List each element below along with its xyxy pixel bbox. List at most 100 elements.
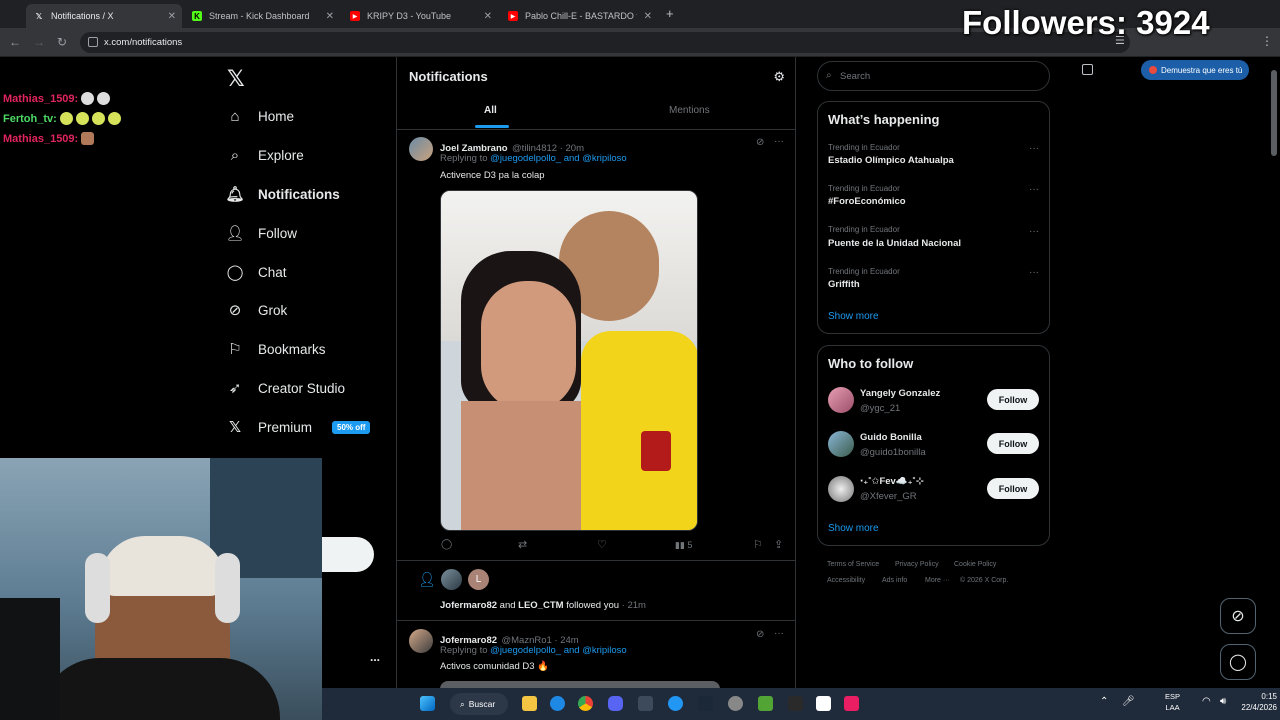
back-icon[interactable]: ←	[9, 36, 21, 48]
sidebar-item-premium[interactable]: 𝕏 Premium 50% off	[226, 418, 371, 436]
tab-youtube-pablo[interactable]: ▶ Pablo Chill-E - BASTARDO ft Ñe ✕	[500, 4, 658, 28]
post-button[interactable]	[322, 537, 374, 572]
more-options-icon[interactable]: ···	[1029, 143, 1039, 154]
app-icon[interactable]	[668, 696, 683, 711]
tab-all[interactable]: All	[484, 105, 497, 116]
grok-icon[interactable]: ⊘	[756, 137, 764, 148]
reply-users-link[interactable]: @juegodelpollo_ and @kripiloso	[490, 645, 627, 656]
avatar[interactable]	[409, 137, 433, 161]
chevron-up-icon[interactable]: ⌃	[1100, 696, 1108, 707]
close-icon[interactable]: ✕	[326, 11, 334, 22]
trend-item[interactable]: #ForoEconómico	[828, 196, 906, 207]
footer-link[interactable]: Accessibility	[827, 577, 865, 584]
tab-kick[interactable]: K Stream - Kick Dashboard ✕	[184, 4, 340, 28]
app-icon[interactable]	[728, 696, 743, 711]
sidebar-item-creator-studio[interactable]: ➶ Creator Studio	[226, 379, 345, 397]
footer-link[interactable]: Cookie Policy	[954, 561, 996, 568]
account-more-icon[interactable]: ...	[370, 650, 380, 664]
extension-icon[interactable]	[1082, 64, 1093, 75]
footer-link[interactable]: Ads info	[882, 577, 907, 584]
trend-item[interactable]: Puente de la Unidad Nacional	[828, 238, 961, 249]
capcut-icon[interactable]	[816, 696, 831, 711]
x-logo-icon[interactable]: 𝕏	[227, 66, 245, 92]
tab-mentions[interactable]: Mentions	[669, 105, 710, 116]
chat-fab-icon[interactable]: ◯	[1220, 644, 1256, 680]
post-image[interactable]	[440, 190, 698, 531]
discord-icon[interactable]	[608, 696, 623, 711]
more-options-icon[interactable]: ···	[1029, 226, 1039, 237]
follower-name[interactable]: Jofermaro82	[440, 600, 497, 611]
clock[interactable]: 0:15 22/4/2026	[1227, 691, 1277, 713]
microphone-icon[interactable]: 🎤︎	[1122, 696, 1135, 707]
reply-icon[interactable]: ◯	[441, 539, 452, 550]
edge-icon[interactable]	[550, 696, 565, 711]
tiktok-icon[interactable]	[844, 696, 859, 711]
close-icon[interactable]: ✕	[644, 11, 652, 22]
avatar[interactable]: L	[468, 569, 489, 590]
sidebar-item-chat[interactable]: ◯ Chat	[226, 263, 287, 281]
avatar[interactable]	[409, 629, 433, 653]
show-more-link[interactable]: Show more	[828, 523, 879, 534]
share-icon[interactable]: ⇪	[774, 538, 783, 551]
sidebar-item-home[interactable]: ⌂ Home	[226, 107, 294, 125]
grok-fab-icon[interactable]: ⊘	[1220, 598, 1256, 634]
avatar[interactable]	[441, 569, 462, 590]
more-options-icon[interactable]: ···	[1029, 184, 1039, 195]
repost-icon[interactable]: ⇄	[518, 538, 527, 551]
close-icon[interactable]: ✕	[484, 11, 492, 22]
app-icon[interactable]	[638, 696, 653, 711]
suggestion-name[interactable]: Yangely Gonzalez	[860, 388, 940, 399]
more-options-icon[interactable]: ···	[1029, 267, 1039, 278]
more-options-icon[interactable]: ···	[774, 136, 784, 147]
volume-icon[interactable]: 🔊︎	[1220, 696, 1226, 707]
footer-link[interactable]: Terms of Service	[827, 561, 879, 568]
scrollbar[interactable]	[1270, 62, 1278, 682]
steam-icon[interactable]	[698, 696, 713, 711]
wifi-icon[interactable]: ◠	[1202, 696, 1211, 707]
sidebar-item-bookmarks[interactable]: ⚐ Bookmarks	[226, 340, 325, 358]
suggestion-name[interactable]: ‧₊˚✩Fev☁️₊˚⊹	[860, 476, 924, 487]
reply-users-link[interactable]: @juegodelpollo_ and @kripiloso	[490, 153, 627, 164]
footer-link[interactable]: Privacy Policy	[895, 561, 939, 568]
sidebar-item-follow[interactable]: 👤︎ Follow	[225, 224, 297, 242]
avatar[interactable]	[828, 476, 854, 502]
bookmark-icon[interactable]: ⚐	[753, 538, 763, 551]
follow-button[interactable]: Follow	[987, 389, 1039, 410]
more-options-icon[interactable]: ···	[774, 628, 784, 639]
show-more-link[interactable]: Show more	[828, 311, 879, 322]
grok-icon[interactable]: ⊘	[756, 629, 764, 640]
search-input[interactable]: ⌕ Search	[817, 61, 1050, 91]
sidebar-item-notifications[interactable]: 🔔︎ Notifications	[225, 185, 339, 203]
tab-youtube-kripy[interactable]: ▶ KRIPY D3 - YouTube ✕	[342, 4, 498, 28]
follower-name[interactable]: LEO_CTM	[518, 600, 563, 611]
site-info-icon[interactable]	[88, 37, 98, 47]
gear-icon[interactable]: ⚙	[773, 69, 785, 85]
start-icon[interactable]	[420, 696, 435, 711]
sidebar-item-grok[interactable]: ⊘ Grok	[226, 301, 288, 319]
follow-button[interactable]: Follow	[987, 433, 1039, 454]
avatar[interactable]	[828, 387, 854, 413]
trend-item[interactable]: Griffith	[828, 279, 860, 290]
trend-item[interactable]: Estadio Olímpico Atahualpa	[828, 155, 954, 166]
reload-icon[interactable]: ↻	[57, 36, 67, 48]
scrollbar-thumb[interactable]	[1271, 70, 1277, 156]
views-button[interactable]: ▮▮ 5	[675, 540, 692, 551]
like-icon[interactable]: ♡	[597, 538, 607, 551]
footer-link[interactable]: More ···	[925, 577, 950, 584]
sidebar-item-explore[interactable]: ⌕ Explore	[226, 146, 304, 164]
follow-button[interactable]: Follow	[987, 478, 1039, 499]
chrome-icon[interactable]	[578, 696, 593, 711]
verify-chip[interactable]: Demuestra que eres tú	[1141, 60, 1249, 80]
forward-icon[interactable]: →	[33, 36, 45, 48]
file-explorer-icon[interactable]	[522, 696, 537, 711]
language-indicator[interactable]: ESP LAA	[1165, 691, 1180, 713]
avatar[interactable]	[828, 431, 854, 457]
close-icon[interactable]: ✕	[168, 11, 176, 22]
new-tab-icon[interactable]: +	[666, 6, 674, 21]
tab-notifications[interactable]: 𝕏 Notifications / X ✕	[26, 4, 182, 28]
minecraft-icon[interactable]	[758, 696, 773, 711]
taskbar-search[interactable]: ⌕ Buscar	[450, 693, 508, 715]
kebab-menu-icon[interactable]: ⋮	[1261, 34, 1273, 48]
epic-games-icon[interactable]	[788, 696, 803, 711]
suggestion-name[interactable]: Guido Bonilla	[860, 432, 922, 443]
